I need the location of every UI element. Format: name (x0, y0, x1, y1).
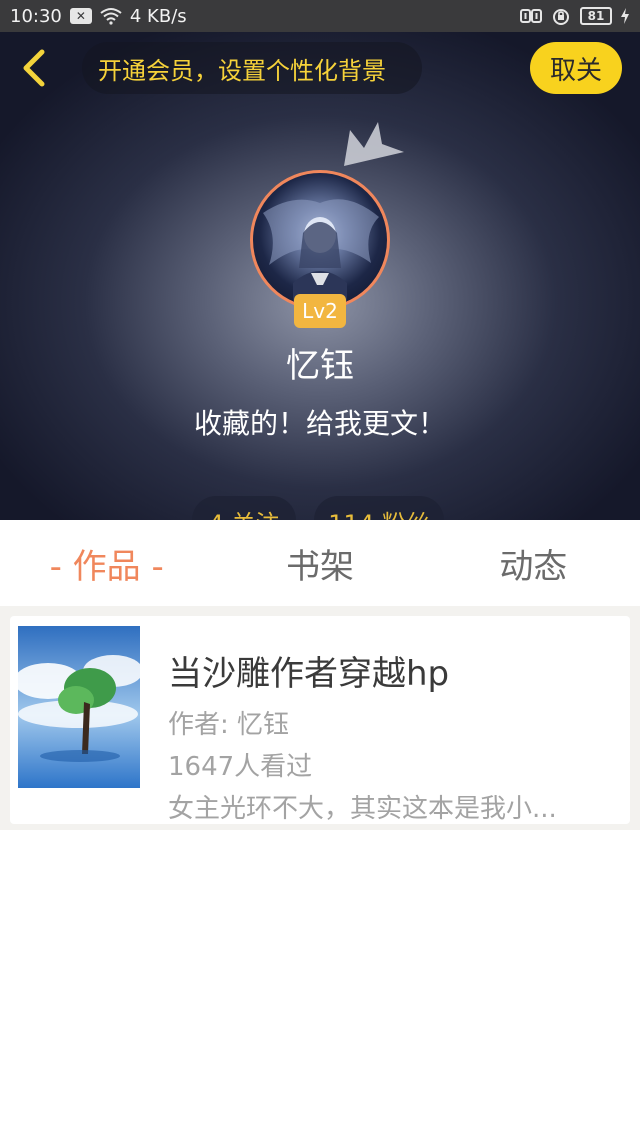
status-bar: 10:30 ✕ 4 KB/s 81 (0, 0, 640, 32)
battery-icon: 81 (580, 7, 612, 25)
book-views: 1647人看过 (168, 752, 313, 782)
profile-header: 开通会员，设置个性化背景 取关 Lv2 忆钰 收藏的！给我更文！ 4 关注 11… (0, 32, 640, 520)
avatar[interactable] (250, 170, 390, 310)
unfollow-label: 取关 (549, 55, 602, 86)
level-badge: Lv2 (294, 294, 346, 328)
user-bio: 收藏的！给我更文！ (193, 407, 446, 440)
chevron-left-icon (23, 49, 45, 87)
following-count[interactable]: 4 关注 (192, 496, 296, 520)
list-item[interactable]: 当沙雕作者穿越hp 作者: 忆钰 1647人看过 女主光环不大，其实这本是我小.… (10, 616, 630, 824)
signal-icon (520, 9, 542, 23)
book-author: 作者: 忆钰 (168, 710, 290, 740)
works-list: 当沙雕作者穿越hp 作者: 忆钰 1647人看过 女主光环不大，其实这本是我小.… (0, 606, 640, 830)
crown-icon (344, 122, 404, 166)
wifi-icon (100, 8, 122, 25)
tab-works[interactable]: - 作品 - (0, 539, 213, 588)
avatar-image (263, 199, 379, 307)
following-text: 4 关注 (209, 504, 280, 520)
vip-background-banner[interactable]: 开通会员，设置个性化背景 (82, 42, 422, 94)
alarm-icon (553, 9, 569, 25)
close-notification-icon: ✕ (69, 8, 92, 24)
followers-text: 114 粉丝 (328, 504, 429, 520)
tab-activity[interactable]: 动态 (427, 539, 640, 588)
charging-icon (621, 8, 629, 24)
book-cover-image (18, 626, 140, 788)
username: 忆钰 (286, 346, 354, 386)
back-button[interactable] (14, 46, 54, 90)
status-right: 81 (520, 7, 630, 25)
status-time: 10:30 (10, 5, 62, 27)
book-description: 女主光环不大，其实这本是我小... (168, 794, 557, 824)
unfollow-button[interactable]: 取关 (530, 42, 622, 94)
tab-bookshelf[interactable]: 书架 (213, 539, 426, 588)
followers-count[interactable]: 114 粉丝 (314, 496, 444, 520)
battery-level: 81 (587, 9, 605, 23)
profile-tabs: - 作品 - 书架 动态 (0, 520, 640, 606)
book-title: 当沙雕作者穿越hp (168, 654, 450, 694)
status-left: 10:30 ✕ 4 KB/s (10, 6, 187, 27)
status-speed: 4 KB/s (129, 5, 187, 27)
book-cover (18, 626, 140, 788)
level-text: Lv2 (302, 299, 338, 323)
vip-banner-text: 开通会员，设置个性化背景 (98, 56, 386, 85)
